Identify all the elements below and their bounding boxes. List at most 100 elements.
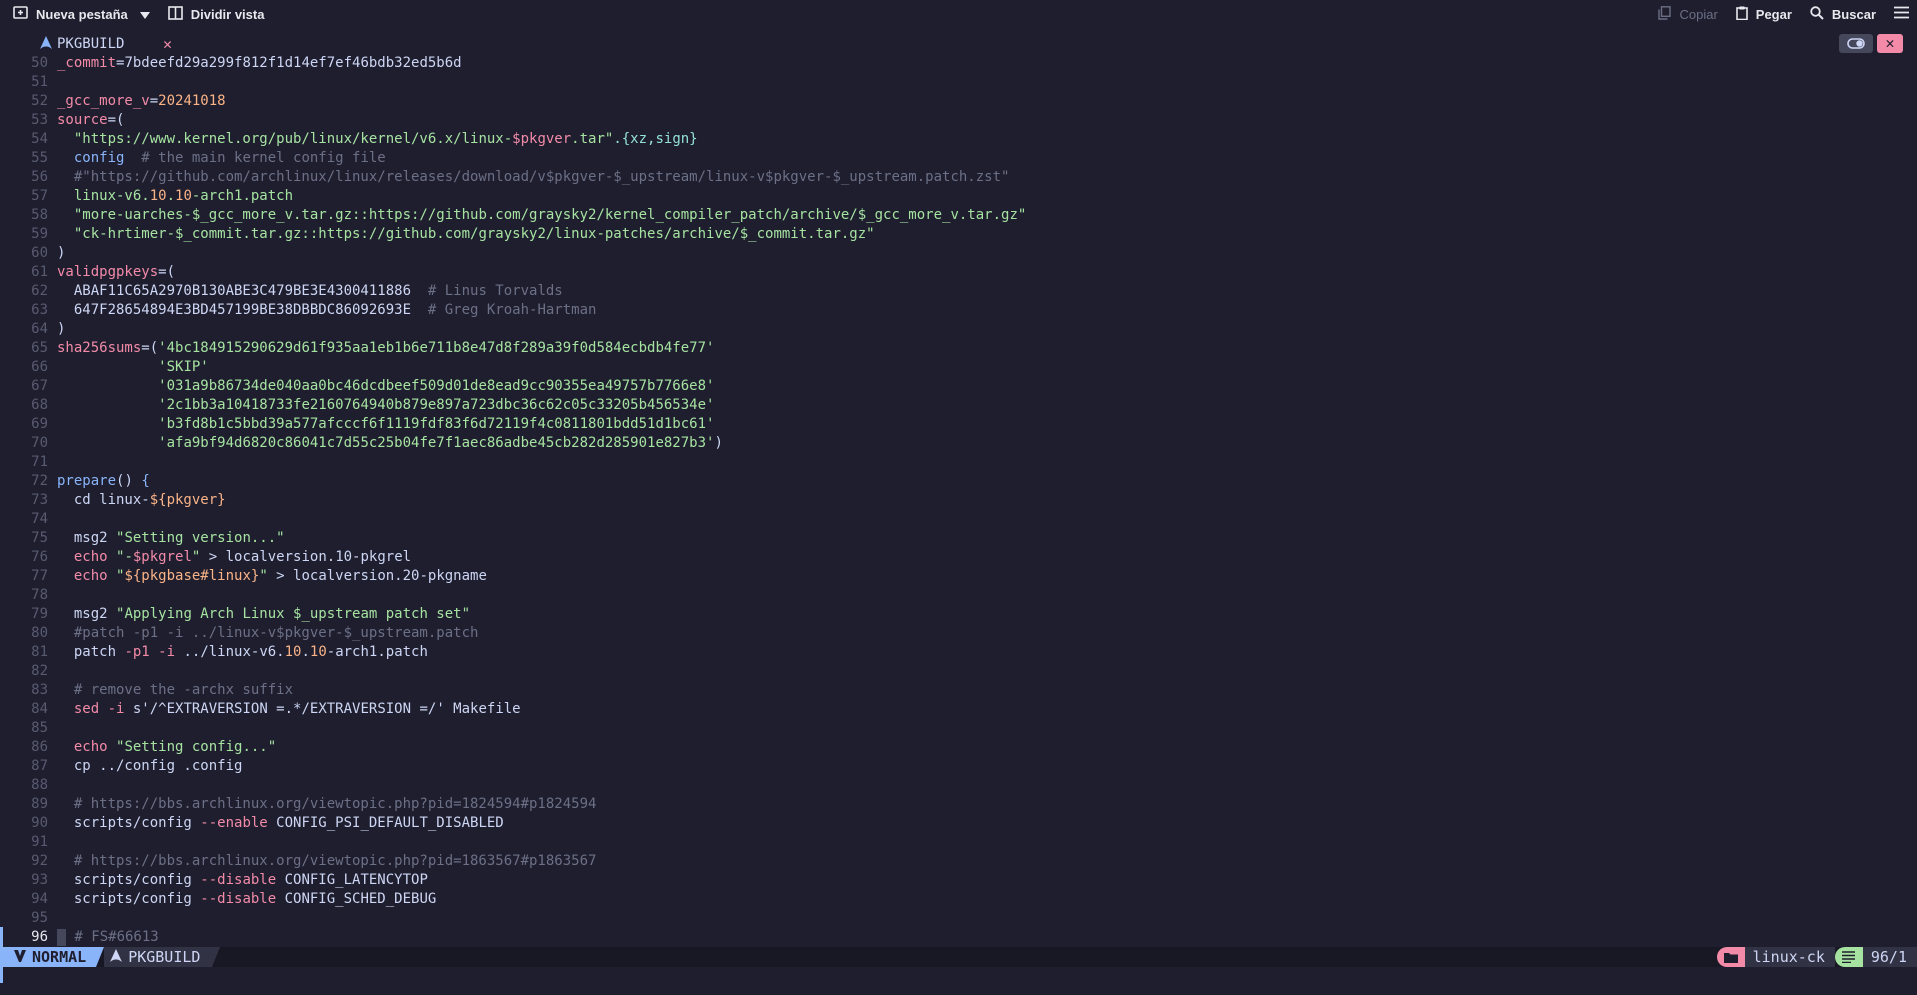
code-line[interactable]: 52 _gcc_more_v=20241018	[0, 92, 1917, 111]
code-line[interactable]: 85	[0, 719, 1917, 738]
line-content: 647F28654894E3BD457199BE38DBBDC86092693E…	[50, 301, 597, 320]
mode-separator	[96, 947, 105, 967]
code-line[interactable]: 96 # FS#66613	[0, 928, 1917, 947]
code-editor[interactable]: 50 _commit=7bdeefd29a299f812f1d14ef7ef46b…	[0, 54, 1917, 947]
code-token: 10	[175, 188, 192, 204]
code-line[interactable]: 65 sha256sums=('4bc184915290629d61f935aa1…	[0, 339, 1917, 358]
chevron-down-icon[interactable]	[139, 7, 150, 22]
code-line[interactable]: 82	[0, 662, 1917, 681]
code-line[interactable]: 60)	[0, 244, 1917, 263]
code-line[interactable]: 92 # https://bbs.archlinux.org/viewtopic…	[0, 852, 1917, 871]
code-token: =7bdeefd29a299f812f1d14ef7ef46bdb32ed5b6…	[116, 55, 462, 71]
code-line[interactable]: 93 scripts/config --disable CONFIG_LATEN…	[0, 871, 1917, 890]
line-number: 70	[31, 435, 48, 451]
line-number: 59	[31, 226, 48, 242]
code-line[interactable]: 73 cd linux-${pkgver}	[0, 491, 1917, 510]
code-line[interactable]: 80 #patch -p1 -i ../linux-v$pkgver-$_ups…	[0, 624, 1917, 643]
code-token: --disable	[200, 891, 277, 907]
code-line[interactable]: 84 sed -i s'/^EXTRAVERSION =.*/EXTRAVERS…	[0, 700, 1917, 719]
line-content: _commit=7bdeefd29a299f812f1d14ef7ef46bdb…	[50, 54, 462, 73]
code-token: "https://www.kernel.org/pub/linux/kernel…	[73, 131, 513, 147]
line-number: 88	[31, 777, 48, 793]
line-content	[50, 453, 57, 472]
code-line[interactable]: 53 source=(	[0, 111, 1917, 130]
line-content: cp ../config .config	[50, 757, 243, 776]
code-line[interactable]: 77 echo "${pkgbase#linux}" > localversio…	[0, 567, 1917, 586]
code-line[interactable]: 66 'SKIP'	[0, 358, 1917, 377]
code-line[interactable]: 51	[0, 73, 1917, 92]
arch-linux-icon	[40, 35, 52, 53]
code-line[interactable]: 76 echo "-$pkgrel" > localversion.10-pkg…	[0, 548, 1917, 567]
mode-label: NORMAL	[32, 948, 87, 966]
code-line[interactable]: 68 '2c1bb3a10418733fe2160764940b879e897a…	[0, 396, 1917, 415]
code-line[interactable]: 56 #"https://github.com/archlinux/linux/…	[0, 168, 1917, 187]
code-line[interactable]: 89 # https://bbs.archlinux.org/viewtopic…	[0, 795, 1917, 814]
line-content: cd linux-${pkgver}	[50, 491, 226, 510]
code-line[interactable]: 54 "https://www.kernel.org/pub/linux/ker…	[0, 130, 1917, 149]
code-line[interactable]: 95	[0, 909, 1917, 928]
toggle-icon[interactable]	[1839, 34, 1873, 53]
line-number: 89	[31, 796, 48, 812]
code-line[interactable]: 70 'afa9bf94d6820c86041c7d55c25b04fe7f1a…	[0, 434, 1917, 453]
code-token: -i	[107, 701, 125, 717]
tab-title: PKGBUILD	[57, 36, 125, 52]
code-line[interactable]: 50 _commit=7bdeefd29a299f812f1d14ef7ef46b…	[0, 54, 1917, 73]
code-line[interactable]: 91	[0, 833, 1917, 852]
code-token: source	[57, 112, 108, 128]
code-line[interactable]: 58 "more-uarches-$_gcc_more_v.tar.gz::ht…	[0, 206, 1917, 225]
code-line[interactable]: 75 msg2 "Setting version..."	[0, 529, 1917, 548]
code-line[interactable]: 63 647F28654894E3BD457199BE38DBBDC860926…	[0, 301, 1917, 320]
code-line[interactable]: 59 "ck-hrtimer-$_commit.tar.gz::https://…	[0, 225, 1917, 244]
code-line[interactable]: 55 config # the main kernel config file	[0, 149, 1917, 168]
hamburger-menu-icon	[1894, 6, 1909, 22]
line-number: 50	[31, 55, 48, 71]
code-line[interactable]: 69 'b3fd8b1c5bbd39a577afcccf6f1119fdf83f…	[0, 415, 1917, 434]
line-content: msg2 "Applying Arch Linux $_upstream pat…	[50, 605, 470, 624]
code-line[interactable]: 87 cp ../config .config	[0, 757, 1917, 776]
line-content	[50, 909, 57, 928]
new-tab-label: Nueva pestaña	[36, 6, 128, 22]
folder-icon	[1716, 947, 1745, 967]
code-line[interactable]: 88	[0, 776, 1917, 795]
code-line[interactable]: 71	[0, 453, 1917, 472]
line-number: 60	[31, 245, 48, 261]
line-number: 79	[31, 606, 48, 622]
tab-close-icon[interactable]: ✕	[163, 34, 172, 54]
split-view-label: Dividir vista	[190, 6, 265, 22]
code-line[interactable]: 79 msg2 "Applying Arch Linux $_upstream …	[0, 605, 1917, 624]
line-content: prepare() {	[50, 472, 150, 491]
code-line[interactable]: 90 scripts/config --enable CONFIG_PSI_DE…	[0, 814, 1917, 833]
code-line[interactable]: 62 ABAF11C65A2970B130ABE3C479BE3E4300411…	[0, 282, 1917, 301]
code-line[interactable]: 78	[0, 586, 1917, 605]
code-line[interactable]: 67 '031a9b86734de040aa0bc46dcdbeef509d01…	[0, 377, 1917, 396]
line-number: 95	[31, 910, 48, 926]
line-number: 53	[31, 112, 48, 128]
code-line[interactable]: 72 prepare() {	[0, 472, 1917, 491]
paste-button[interactable]: Pegar	[1735, 0, 1792, 28]
code-line[interactable]: 83 # remove the -archx suffix	[0, 681, 1917, 700]
new-tab-button[interactable]: Nueva pestaña	[13, 0, 150, 28]
split-view-button[interactable]: Dividir vista	[167, 0, 265, 28]
mode-indicator: NORMAL	[0, 947, 97, 967]
close-all-icon[interactable]: ✕	[1877, 34, 1903, 53]
search-button[interactable]: Buscar	[1810, 0, 1876, 28]
code-line[interactable]: 61 validpgpkeys=(	[0, 263, 1917, 282]
code-line[interactable]: 57 linux-v6.10.10-arch1.patch	[0, 187, 1917, 206]
line-content	[50, 719, 57, 738]
code-line[interactable]: 94 scripts/config --disable CONFIG_SCHED…	[0, 890, 1917, 909]
code-line[interactable]: 81 patch -p1 -i ../linux-v6.10.10-arch1.…	[0, 643, 1917, 662]
code-token: # remove the -archx suffix	[57, 682, 294, 698]
tab-pkgbuild[interactable]: PKGBUILD	[40, 34, 124, 54]
code-line[interactable]: 86 echo "Setting config..."	[0, 738, 1917, 757]
code-token: .	[166, 188, 176, 204]
copy-button[interactable]: Copiar	[1658, 0, 1718, 28]
code-line[interactable]: 74	[0, 510, 1917, 529]
menu-button[interactable]	[1894, 0, 1909, 28]
code-line[interactable]: 64)	[0, 320, 1917, 339]
